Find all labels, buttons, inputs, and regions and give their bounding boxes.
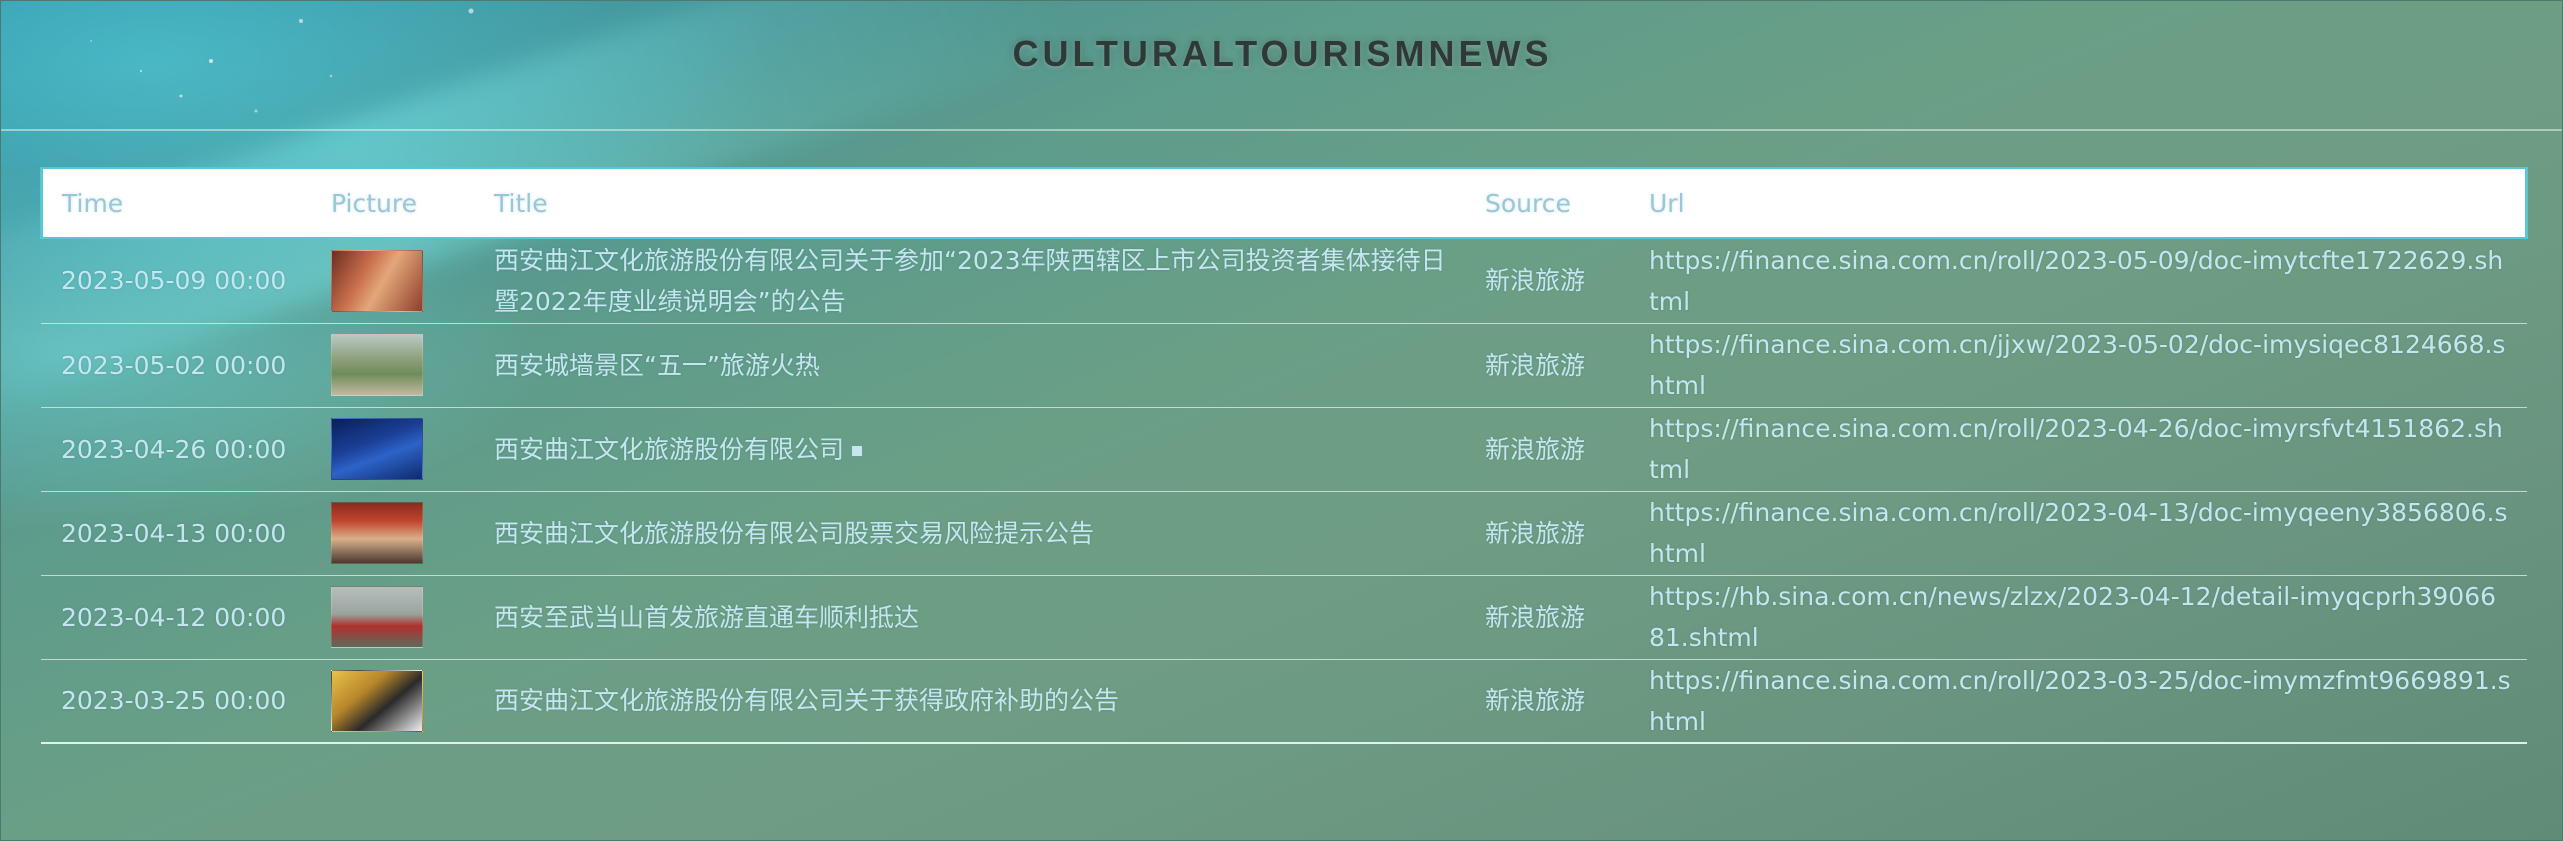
title-cell[interactable]: 西安至武当山首发旅游直通车顺利抵达 [474,575,1465,659]
table-row: 2023-04-13 00:00 西安曲江文化旅游股份有限公司股票交易风险提示公… [41,491,2527,575]
picture-cell [311,239,474,323]
column-header-picture[interactable]: Picture [311,167,474,239]
table-header: Time Picture Title Source Url [40,167,2528,239]
news-thumbnail[interactable] [331,669,423,732]
news-table-container: Time Picture Title Source Url 2023-05-09… [40,167,2528,744]
square-icon [852,445,863,456]
url-link[interactable]: https://finance.sina.com.cn/roll/2023-05… [1629,239,2527,323]
picture-cell [311,491,474,575]
source-cell: 新浪旅游 [1485,602,1586,632]
news-thumbnail[interactable] [331,502,423,564]
news-thumbnail[interactable] [331,418,423,480]
source-cell: 新浪旅游 [1485,350,1586,380]
picture-cell [311,659,474,743]
url-link[interactable]: https://hb.sina.com.cn/news/zlzx/2023-04… [1629,575,2527,659]
picture-cell [311,407,474,491]
title-cell[interactable]: 西安曲江文化旅游股份有限公司关于获得政府补助的公告 [474,659,1465,743]
table-row: 2023-04-26 00:00 西安曲江文化旅游股份有限公司 新浪旅游 htt… [41,407,2527,491]
time-cell: 2023-05-09 00:00 [61,266,287,296]
column-header-time[interactable]: Time [40,167,311,239]
source-cell: 新浪旅游 [1485,686,1586,716]
column-header-source[interactable]: Source [1465,167,1629,239]
news-thumbnail[interactable] [331,334,423,396]
page-header: CULTURALTOURISMNEWS [1,1,2562,131]
source-cell: 新浪旅游 [1485,434,1586,464]
time-cell: 2023-04-12 00:00 [61,602,287,632]
news-thumbnail[interactable] [331,586,423,648]
url-link[interactable]: https://finance.sina.com.cn/roll/2023-04… [1629,407,2527,491]
url-link[interactable]: https://finance.sina.com.cn/roll/2023-03… [1629,659,2527,743]
table-header-row: Time Picture Title Source Url [40,167,2528,239]
table-row: 2023-04-12 00:00 西安至武当山首发旅游直通车顺利抵达 新浪旅游 … [41,575,2527,659]
time-cell: 2023-04-13 00:00 [61,518,287,548]
news-table: Time Picture Title Source Url 2023-05-09… [40,167,2528,744]
column-header-url[interactable]: Url [1629,167,2528,239]
news-thumbnail[interactable] [331,249,423,312]
page-background: CULTURALTOURISMNEWS Time Picture Title S… [0,0,2563,841]
time-cell: 2023-05-02 00:00 [61,350,287,380]
title-cell[interactable]: 西安曲江文化旅游股份有限公司关于参加“2023年陕西辖区上市公司投资者集体接待日… [474,239,1465,323]
source-cell: 新浪旅游 [1485,266,1586,296]
picture-cell [311,323,474,407]
column-header-title[interactable]: Title [474,167,1465,239]
table-row: 2023-05-09 00:00 西安曲江文化旅游股份有限公司关于参加“2023… [41,239,2527,323]
title-text: 西安曲江文化旅游股份有限公司 [494,434,845,464]
title-cell[interactable]: 西安曲江文化旅游股份有限公司 [474,407,1465,491]
time-cell: 2023-04-26 00:00 [61,434,287,464]
source-cell: 新浪旅游 [1485,518,1586,548]
table-body: 2023-05-09 00:00 西安曲江文化旅游股份有限公司关于参加“2023… [41,239,2527,743]
url-link[interactable]: https://finance.sina.com.cn/roll/2023-04… [1629,491,2527,575]
title-cell[interactable]: 西安城墙景区“五一”旅游火热 [474,323,1465,407]
title-cell[interactable]: 西安曲江文化旅游股份有限公司股票交易风险提示公告 [474,491,1465,575]
url-link[interactable]: https://finance.sina.com.cn/jjxw/2023-05… [1629,323,2527,407]
time-cell: 2023-03-25 00:00 [61,686,287,716]
table-row: 2023-05-02 00:00 西安城墙景区“五一”旅游火热 新浪旅游 htt… [41,323,2527,407]
site-title: CULTURALTOURISMNEWS [1012,33,1553,74]
picture-cell [311,575,474,659]
table-row: 2023-03-25 00:00 西安曲江文化旅游股份有限公司关于获得政府补助的… [41,659,2527,743]
